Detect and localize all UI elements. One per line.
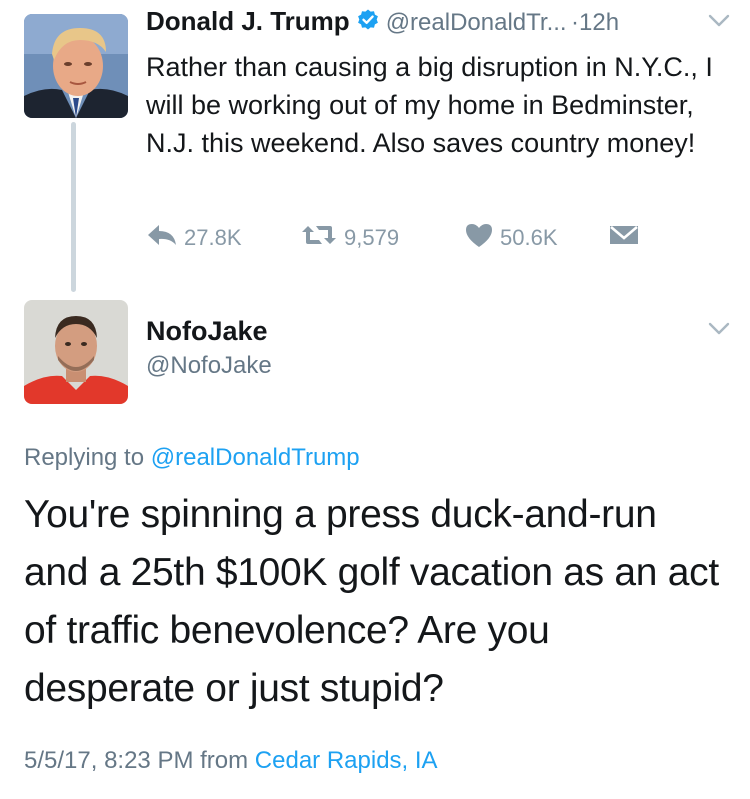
chevron-down-icon[interactable] [708,14,730,33]
direct-message-icon [608,223,646,253]
tweet1-author-name[interactable]: Donald J. Trump [146,6,350,36]
retweet-count: 9,579 [344,225,400,250]
retweet-button[interactable]: 9,579 [300,218,399,258]
verified-icon [356,8,380,37]
reply-button[interactable]: 27.8K [146,218,242,258]
tweet2-text: You're spinning a press duck-and-run and… [24,493,719,710]
tweet1-time[interactable]: ·12h [571,9,619,36]
tweet1-text: Rather than causing a big disruption in … [146,52,713,158]
retweet-icon [300,222,344,254]
like-button[interactable]: 50.6K [464,218,558,258]
thread-line [71,122,76,292]
avatar-trump[interactable] [24,14,128,118]
tweet2-location[interactable]: Cedar Rapids, IA [255,747,438,774]
reply-icon [146,222,184,254]
tweet2-footer: 5/5/17, 8:23 PM from Cedar Rapids, IA [24,747,438,775]
direct-message-button[interactable] [608,218,646,258]
heart-icon [464,222,500,254]
avatar-nofojake[interactable] [24,300,128,404]
tweet1-header: Donald J. Trump @realDonaldTr... ·12h [146,6,730,46]
replying-to-label: Replying to [24,444,145,471]
tweet2-author-name[interactable]: NofoJake [146,316,268,347]
chevron-down-icon[interactable] [708,322,730,341]
tweet2-from-label: from [200,747,249,774]
replying-to: Replying to @realDonaldTrump [24,444,360,472]
tweet1-author-handle[interactable]: @realDonaldTr... [386,9,567,36]
tweet2-author-handle[interactable]: @NofoJake [146,352,272,380]
replying-to-mention[interactable]: @realDonaldTrump [151,444,360,471]
tweet2-timestamp: 5/5/17, 8:23 PM [24,747,194,774]
reply-count: 27.8K [184,225,242,250]
like-count: 50.6K [500,225,558,250]
